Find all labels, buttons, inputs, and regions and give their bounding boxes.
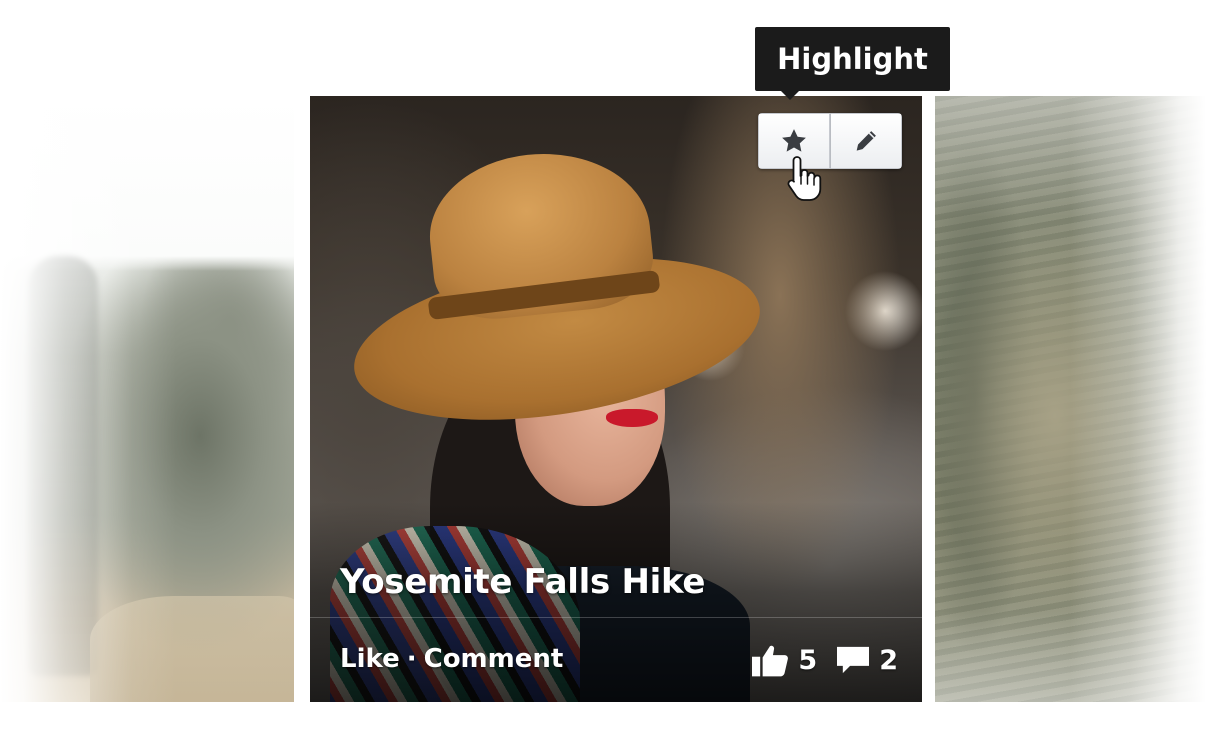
comment-bubble-icon (837, 646, 870, 674)
photo-title: Yosemite Falls Hike (340, 562, 706, 602)
comment-count-group[interactable]: 2 (835, 644, 898, 676)
like-count: 5 (798, 644, 818, 676)
photo-toolbar (758, 113, 902, 169)
photo-actions: Like · Comment (340, 644, 563, 674)
photo-counts: 5 2 (732, 642, 898, 678)
next-photo[interactable] (935, 96, 1206, 702)
pencil-icon (856, 131, 876, 151)
like-link[interactable]: Like (340, 644, 400, 674)
photo-subject-lips (606, 409, 658, 427)
edge-fade (0, 96, 294, 702)
highlight-tooltip: Highlight (755, 27, 950, 100)
hand-cursor-icon (787, 156, 822, 201)
photo-carousel: Yosemite Falls Hike Like · Comment 5 2 H… (0, 0, 1206, 750)
action-separator: · (406, 644, 417, 674)
comment-count: 2 (879, 644, 898, 676)
comment-link[interactable]: Comment (424, 644, 564, 674)
thumbs-up-icon (752, 645, 789, 677)
previous-photo[interactable] (0, 96, 294, 702)
photo-footer: Like · Comment 5 2 (310, 617, 922, 702)
like-count-group[interactable]: 5 (750, 642, 817, 678)
edge-fade (935, 96, 1206, 702)
edit-button[interactable] (830, 113, 902, 169)
star-icon (782, 129, 806, 152)
photo-card[interactable]: Yosemite Falls Hike Like · Comment 5 2 (310, 96, 922, 702)
